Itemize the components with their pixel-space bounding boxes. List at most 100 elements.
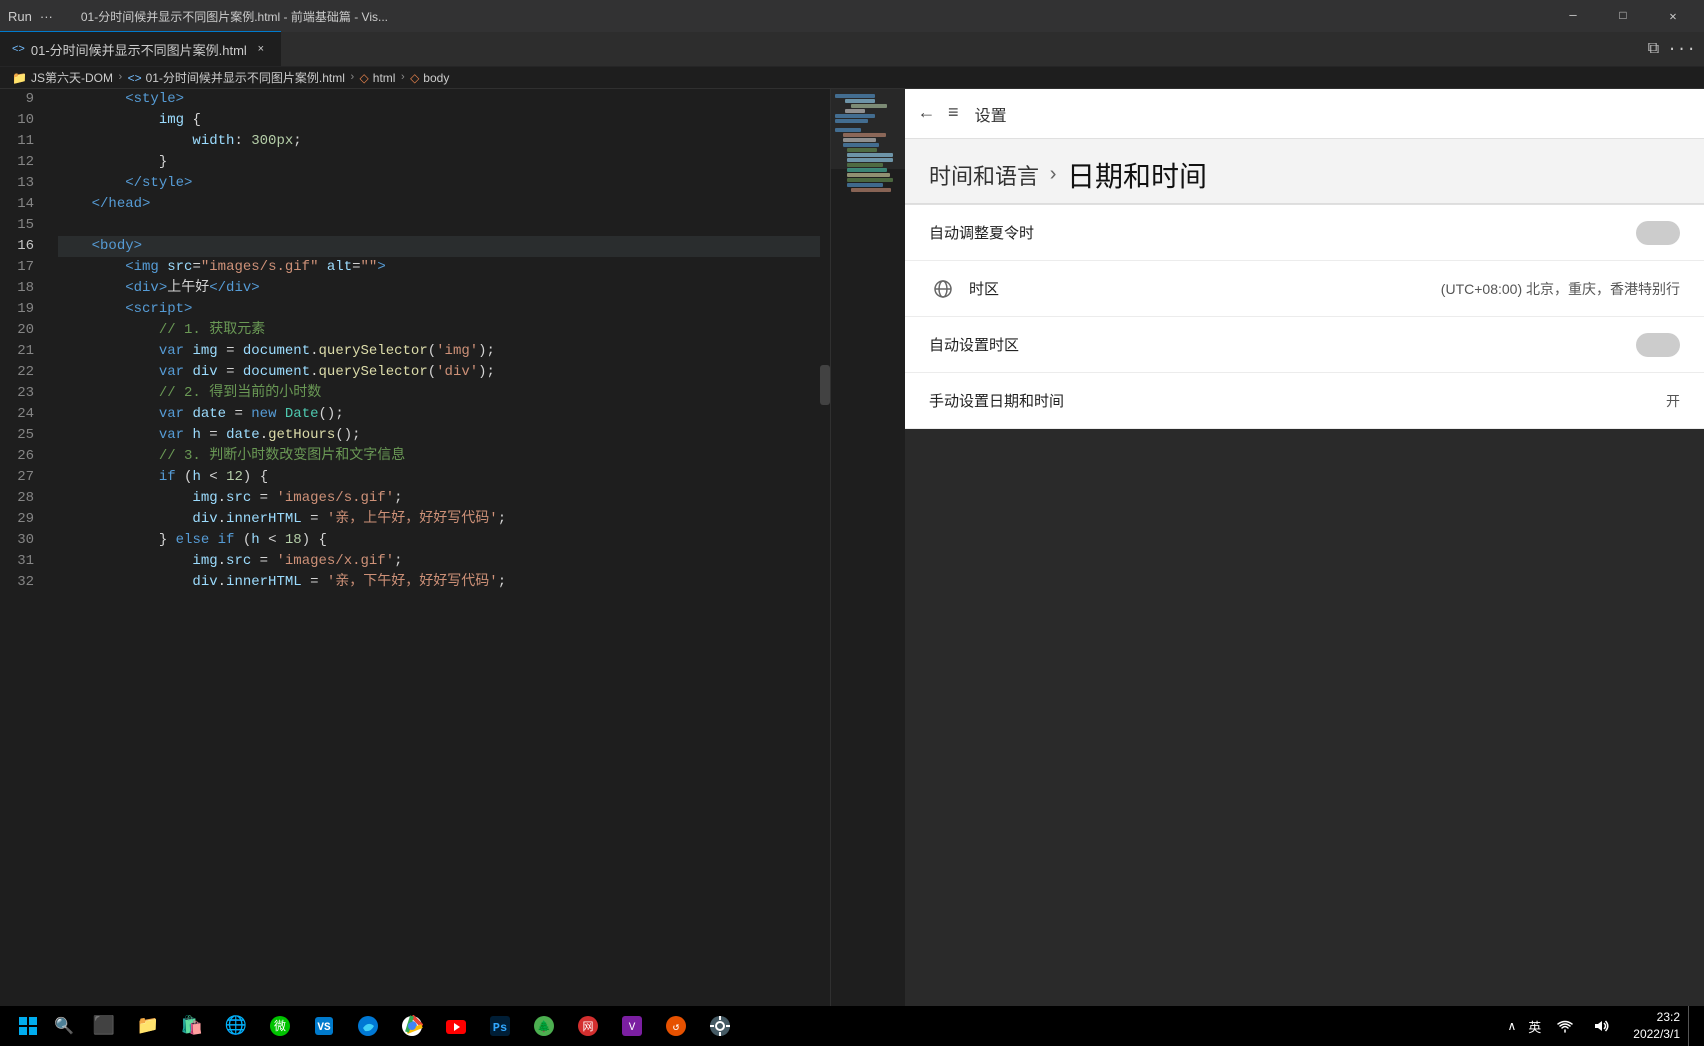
breadcrumb-label-1: JS第六天-DOM [31,69,113,86]
code-line-32: div.innerHTML = '亲，下午好，好好写代码'; [58,572,905,593]
split-editor-button[interactable]: ⧉ [1648,40,1659,58]
editor-tab[interactable]: <> 01-分时间候并显示不同图片案例.html × [0,31,281,66]
tab-bar: <> 01-分时间候并显示不同图片案例.html × ⧉ ··· [0,32,1704,67]
line-num-18: 18 [0,278,34,299]
settings-item-timezone[interactable]: 时区 (UTC+08:00) 北京，重庆，香港特别行 [905,261,1704,317]
settings-panel: ← ≡ 设置 时间和语言 › 日期和时间 自动调整夏令时 [905,89,1704,1010]
code-line-28: img.src = 'images/s.gif'; [58,488,905,509]
taskbar-app-browser1[interactable]: 🌐 [216,1006,256,1046]
breadcrumb-item-4[interactable]: ◇ body [410,71,449,85]
close-button[interactable]: ✕ [1650,0,1696,32]
taskbar-clock[interactable]: 23:2 2022/3/1 [1625,1009,1688,1043]
taskbar-app-photoshop[interactable]: Ps [480,1006,520,1046]
taskbar-app-music[interactable]: 网 [568,1006,608,1046]
more-actions-button[interactable]: ··· [1667,40,1696,58]
breadcrumb-item-2[interactable]: <> 01-分时间候并显示不同图片案例.html [128,69,345,86]
breadcrumb-item-1[interactable]: 📁 JS第六天-DOM [12,69,113,86]
svg-text:🌲: 🌲 [537,1020,551,1034]
settings-item-auto-timezone[interactable]: 自动设置时区 [905,317,1704,373]
settings-item-dst[interactable]: 自动调整夏令时 [905,205,1704,261]
code-lines: <style> img { width: 300px; } </style> <… [50,89,905,1010]
line-num-30: 30 [0,530,34,551]
breadcrumb-sep-1: › [117,72,124,84]
folder-icon: 📁 [12,71,27,85]
line-num-13: 13 [0,173,34,194]
minimize-button[interactable]: ─ [1550,0,1596,32]
line-num-15: 15 [0,215,34,236]
code-line-14: </head> [58,194,905,215]
taskbar-search-button[interactable]: 🔍 [48,1010,80,1042]
taskbar-app-folder[interactable]: 📁 [128,1006,168,1046]
breadcrumb-label-3: html [373,71,396,85]
title-bar: Run ··· 01-分时间候并显示不同图片案例.html - 前端基础篇 - … [0,0,1704,32]
taskbar-app-settings[interactable] [700,1006,740,1046]
menu-run[interactable]: Run [8,9,32,24]
tab-layout-controls: ⧉ ··· [1640,31,1704,66]
code-line-12: } [58,152,905,173]
settings-toggle-auto-timezone[interactable] [1636,333,1680,357]
app-window: Run ··· 01-分时间候并显示不同图片案例.html - 前端基础篇 - … [0,0,1704,1046]
clock-time: 23:2 [1633,1009,1680,1026]
taskbar-app-git[interactable]: 🌲 [524,1006,564,1046]
settings-title: 设置 [975,102,1007,126]
breadcrumb: 📁 JS第六天-DOM › <> 01-分时间候并显示不同图片案例.html ›… [0,67,1704,89]
svg-text:Ps: Ps [493,1021,507,1035]
tab-close-button[interactable]: × [253,41,269,57]
line-num-21: 21 [0,341,34,362]
dark-area [905,429,1704,1010]
taskbar-app-youtube[interactable] [436,1006,476,1046]
taskbar-app-purple[interactable]: V [612,1006,652,1046]
window-controls: ─ □ ✕ [1550,0,1696,32]
editor-minimap [830,89,905,1010]
line-num-19: 19 [0,299,34,320]
code-line-13: </style> [58,173,905,194]
breadcrumb-sep-3: › [399,72,406,84]
taskbar-app-chrome[interactable] [392,1006,432,1046]
code-line-17: <img src="images/s.gif" alt=""> [58,257,905,278]
tray-chevron[interactable]: ∧ [1503,1019,1520,1033]
line-numbers: 9 10 11 12 13 14 15 16 17 18 19 20 21 22… [0,89,50,1010]
editor-scrollbar[interactable] [820,89,830,1010]
breadcrumb-label-2: 01-分时间候并显示不同图片案例.html [146,69,345,86]
menu-more[interactable]: ··· [40,9,53,24]
code-editor[interactable]: 9 10 11 12 13 14 15 16 17 18 19 20 21 22… [0,89,905,1010]
code-line-22: var div = document.querySelector('div'); [58,362,905,383]
taskbar-app-refresh[interactable]: ↺ [656,1006,696,1046]
settings-toggle-dst[interactable] [1636,221,1680,245]
start-button[interactable] [8,1006,48,1046]
code-line-15 [58,215,905,236]
breadcrumb-label-4: body [423,71,449,85]
line-num-12: 12 [0,152,34,173]
tray-wifi-icon[interactable] [1549,1006,1581,1046]
settings-item-manual-value: 开 [1666,391,1680,411]
taskbar-app-fileexplorer[interactable]: ⬛ [84,1006,124,1046]
tray-volume-icon[interactable] [1585,1006,1617,1046]
settings-menu-button[interactable]: ≡ [948,104,959,124]
code-line-30: } else if (h < 18) { [58,530,905,551]
code-line-25: var h = date.getHours(); [58,425,905,446]
line-num-11: 11 [0,131,34,152]
tray-lang[interactable]: 英 [1524,1017,1545,1036]
taskbar-app-chat[interactable]: 微 [260,1006,300,1046]
svg-text:微: 微 [274,1019,286,1034]
settings-back-button[interactable]: ← [921,104,932,124]
settings-breadcrumb-parent[interactable]: 时间和语言 [929,159,1039,191]
taskbar-app-edge[interactable] [348,1006,388,1046]
taskbar-app-store[interactable]: 🛍️ [172,1006,212,1046]
svg-text:网: 网 [583,1021,594,1034]
settings-item-manual-datetime[interactable]: 手动设置日期和时间 开 [905,373,1704,429]
line-num-31: 31 [0,551,34,572]
line-num-28: 28 [0,488,34,509]
breadcrumb-item-3[interactable]: ◇ html [360,71,396,85]
line-num-29: 29 [0,509,34,530]
code-line-26: // 3. 判断小时数改变图片和文字信息 [58,446,905,467]
code-line-9: <style> [58,89,905,110]
taskbar-app-vscode[interactable]: VS [304,1006,344,1046]
line-num-26: 26 [0,446,34,467]
tray-show-desktop[interactable] [1688,1006,1696,1046]
settings-item-manual-label: 手动设置日期和时间 [929,390,1654,411]
svg-text:V: V [629,1022,636,1034]
scrollbar-thumb[interactable] [820,365,830,405]
settings-item-auto-timezone-label: 自动设置时区 [929,334,1624,355]
maximize-button[interactable]: □ [1600,0,1646,32]
